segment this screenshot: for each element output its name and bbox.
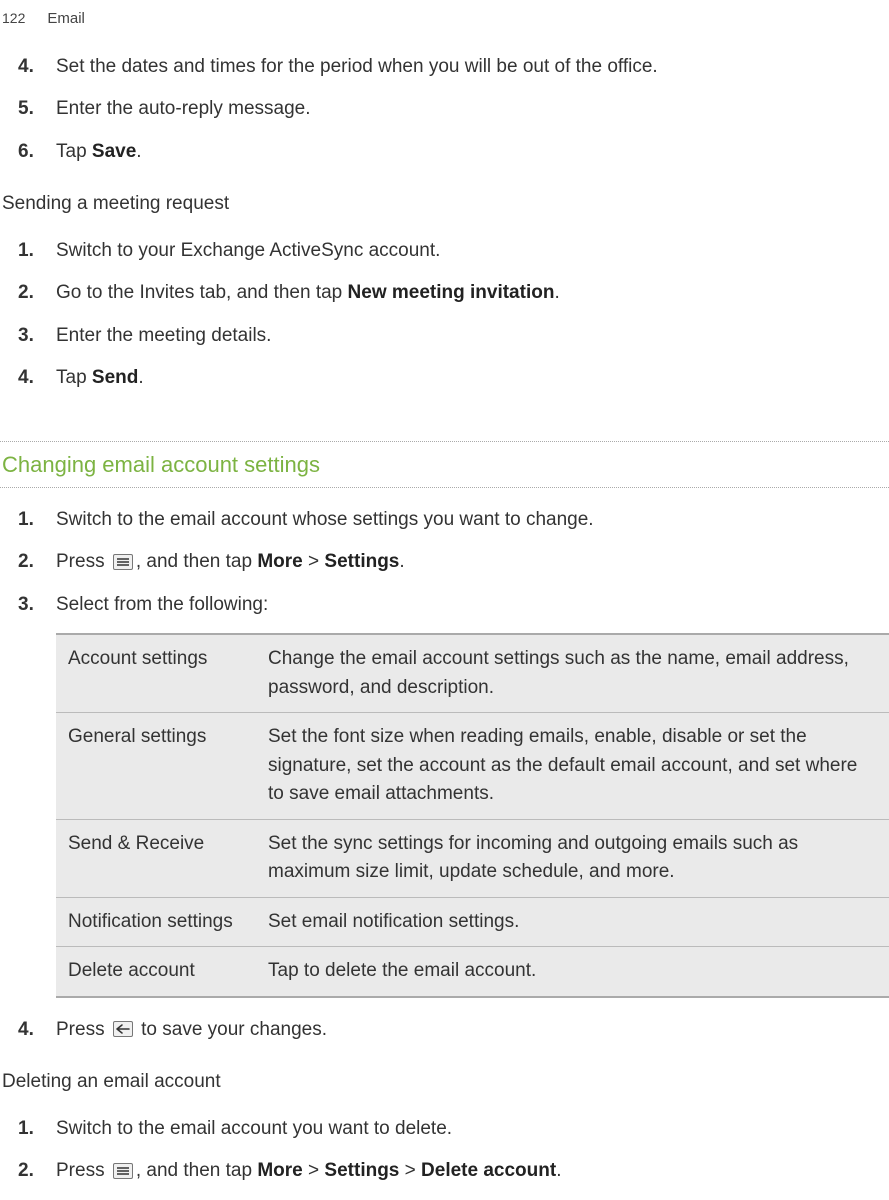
step-3: 3. Select from the following:	[36, 591, 889, 620]
step-text-after: .	[554, 282, 559, 303]
step-text: Set the dates and times for the period w…	[56, 56, 658, 77]
settings-table: Account settings Change the email accoun…	[56, 633, 889, 998]
step-4: 4. Tap Send.	[36, 364, 889, 393]
list-change-settings: 1. Switch to the email account whose set…	[0, 506, 889, 620]
step-1: 1. Switch to your Exchange ActiveSync ac…	[36, 237, 889, 266]
step-text-after: .	[399, 551, 404, 572]
list-save-changes: 4. Press to save your changes.	[0, 1016, 889, 1045]
row-label-notification-settings: Notification settings	[56, 897, 256, 947]
step-text: Enter the auto-reply message.	[56, 98, 311, 119]
page-number: 122	[2, 8, 25, 29]
table-row: Notification settings Set email notifica…	[56, 897, 889, 947]
step-text-mid: , and then tap	[136, 1160, 258, 1181]
divider	[0, 487, 889, 488]
step-text: Switch to the email account you want to …	[56, 1118, 452, 1139]
step-text: Switch to your Exchange ActiveSync accou…	[56, 240, 440, 261]
row-label-send-receive: Send & Receive	[56, 819, 256, 897]
step-5: 5. Enter the auto-reply message.	[36, 95, 889, 124]
step-number: 3.	[18, 591, 34, 620]
row-label-delete-account: Delete account	[56, 947, 256, 997]
menu-icon	[113, 554, 133, 570]
step-text: Switch to the email account whose settin…	[56, 509, 594, 530]
step-bold-settings: Settings	[324, 551, 399, 572]
step-text-before: Tap	[56, 141, 92, 162]
menu-icon	[113, 1163, 133, 1179]
row-desc: Set the sync settings for incoming and o…	[256, 819, 889, 897]
table-row: Account settings Change the email accoun…	[56, 634, 889, 713]
row-label-general-settings: General settings	[56, 713, 256, 820]
step-text-before: Press	[56, 1160, 110, 1181]
step-number: 3.	[18, 322, 34, 351]
row-desc: Set email notification settings.	[256, 897, 889, 947]
table-row: General settings Set the font size when …	[56, 713, 889, 820]
step-text-mid: , and then tap	[136, 551, 258, 572]
step-number: 6.	[18, 138, 34, 167]
table-row: Send & Receive Set the sync settings for…	[56, 819, 889, 897]
step-number: 2.	[18, 1157, 34, 1186]
list-delete-account: 1. Switch to the email account you want …	[0, 1115, 889, 1186]
step-number: 1.	[18, 237, 34, 266]
step-number: 4.	[18, 364, 34, 393]
step-text: Select from the following:	[56, 594, 268, 615]
step-text-after: .	[556, 1160, 561, 1181]
step-bold-settings: Settings	[324, 1160, 399, 1181]
step-number: 2.	[18, 279, 34, 308]
step-1: 1. Switch to the email account you want …	[36, 1115, 889, 1144]
step-text-after: .	[136, 141, 141, 162]
step-number: 1.	[18, 1115, 34, 1144]
step-number: 4.	[18, 1016, 34, 1045]
list-out-of-office-continued: 4. Set the dates and times for the perio…	[0, 53, 889, 167]
step-text-before: Go to the Invites tab, and then tap	[56, 282, 348, 303]
step-bold: Save	[92, 141, 136, 162]
row-label-account-settings: Account settings	[56, 634, 256, 713]
subheading-deleting-email-account: Deleting an email account	[2, 1068, 889, 1097]
step-bold-more: More	[257, 1160, 302, 1181]
step-text-before: Press	[56, 1019, 110, 1040]
step-number: 1.	[18, 506, 34, 535]
row-desc: Tap to delete the email account.	[256, 947, 889, 997]
row-desc: Change the email account settings such a…	[256, 634, 889, 713]
subheading-sending-meeting-request: Sending a meeting request	[2, 190, 889, 219]
step-number: 5.	[18, 95, 34, 124]
gt: >	[303, 1160, 325, 1181]
step-6: 6. Tap Save.	[36, 138, 889, 167]
step-text: Enter the meeting details.	[56, 325, 271, 346]
step-4: 4. Press to save your changes.	[36, 1016, 889, 1045]
step-bold-delete-account: Delete account	[421, 1160, 556, 1181]
step-bold-more: More	[257, 551, 302, 572]
step-2: 2. Press , and then tap More > Settings …	[36, 1157, 889, 1186]
heading-changing-email-account-settings: Changing email account settings	[0, 442, 889, 487]
row-desc: Set the font size when reading emails, e…	[256, 713, 889, 820]
step-2: 2. Go to the Invites tab, and then tap N…	[36, 279, 889, 308]
step-1: 1. Switch to the email account whose set…	[36, 506, 889, 535]
step-text-before: Tap	[56, 367, 92, 388]
table-row: Delete account Tap to delete the email a…	[56, 947, 889, 997]
step-text-after: .	[138, 367, 143, 388]
back-icon	[113, 1021, 133, 1037]
gt: >	[399, 1160, 421, 1181]
step-number: 2.	[18, 548, 34, 577]
step-2: 2. Press , and then tap More > Settings.	[36, 548, 889, 577]
step-3: 3. Enter the meeting details.	[36, 322, 889, 351]
step-bold: New meeting invitation	[348, 282, 555, 303]
step-number: 4.	[18, 53, 34, 82]
step-text-after: to save your changes.	[136, 1019, 327, 1040]
step-4: 4. Set the dates and times for the perio…	[36, 53, 889, 82]
header-section: Email	[47, 8, 85, 31]
gt: >	[303, 551, 325, 572]
list-meeting-request: 1. Switch to your Exchange ActiveSync ac…	[0, 237, 889, 393]
step-bold: Send	[92, 367, 138, 388]
step-text-before: Press	[56, 551, 110, 572]
